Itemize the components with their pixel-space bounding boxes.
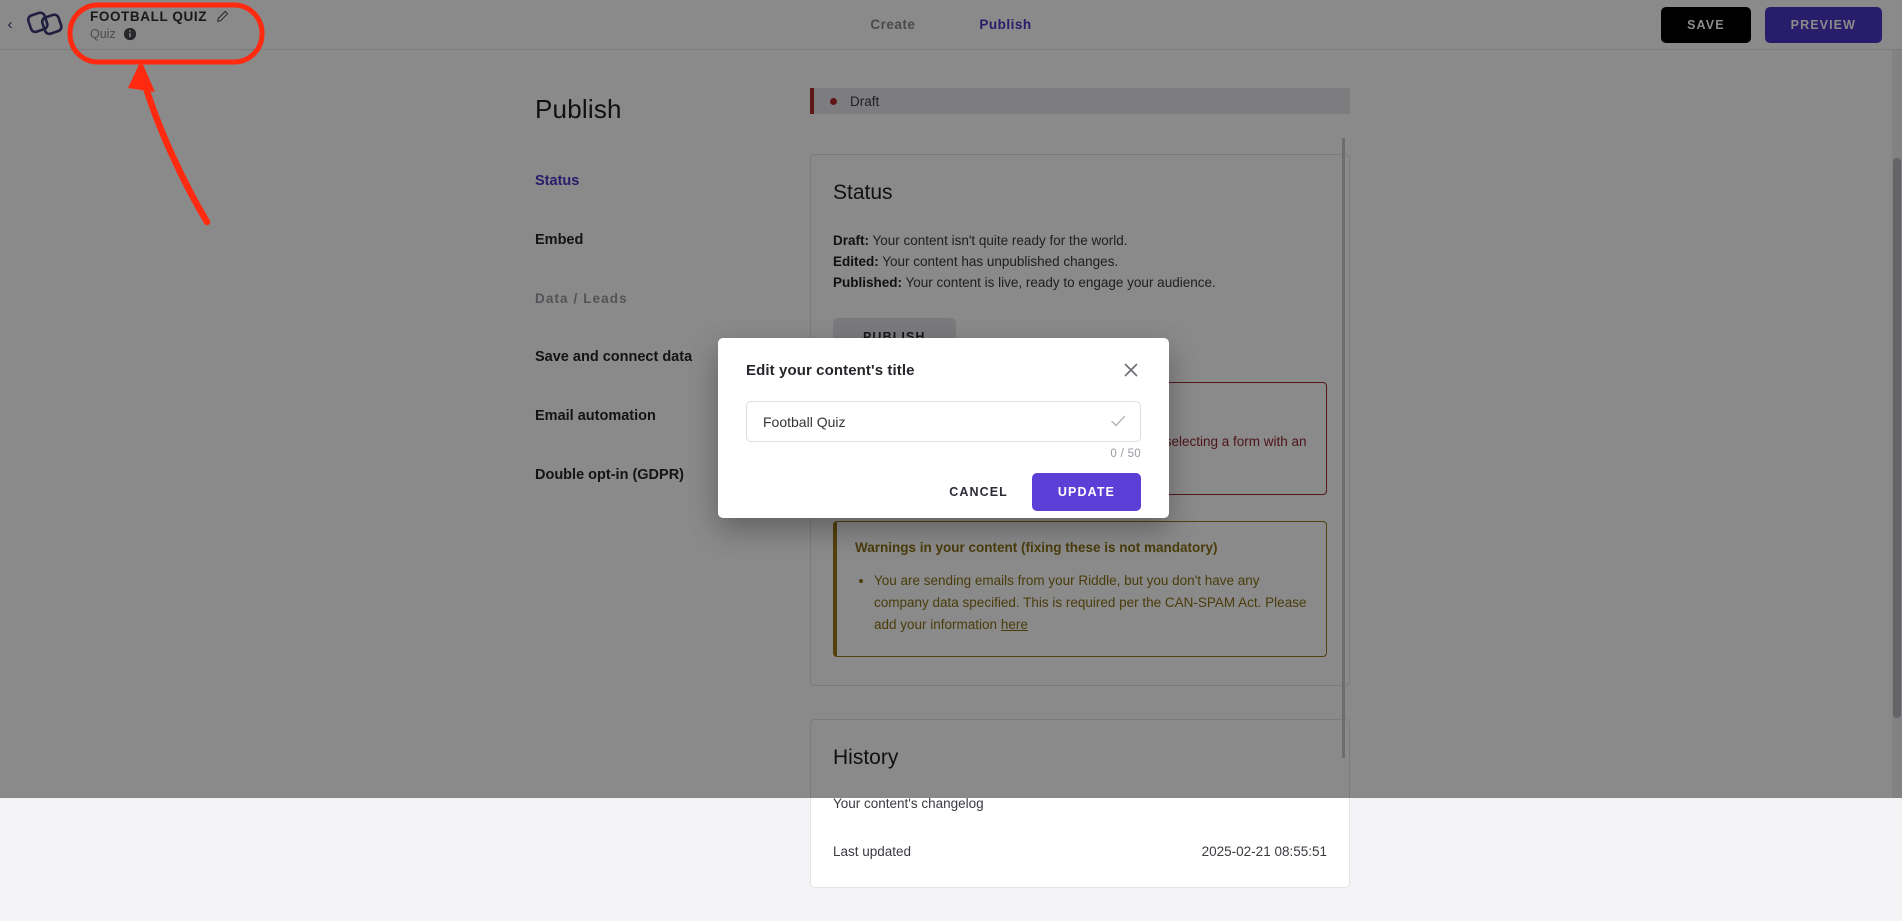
update-button[interactable]: UPDATE [1032, 473, 1141, 511]
close-icon[interactable] [1121, 360, 1141, 380]
modal-actions: CANCEL UPDATE [746, 473, 1141, 511]
char-counter: 0 / 50 [746, 448, 1141, 460]
modal-header: Edit your content's title [746, 362, 1141, 380]
history-row-label: Last updated [833, 844, 911, 859]
title-field-wrap [746, 401, 1141, 442]
history-row: Last updated 2025-02-21 08:55:51 [833, 844, 1327, 859]
cancel-button[interactable]: CANCEL [939, 474, 1018, 510]
history-row-value: 2025-02-21 08:55:51 [1202, 844, 1327, 859]
edit-title-modal: Edit your content's title 0 / 50 CANCEL … [718, 338, 1169, 518]
history-subtitle: Your content's changelog [833, 796, 1327, 811]
check-icon [1109, 412, 1127, 430]
title-input[interactable] [746, 401, 1141, 442]
modal-title: Edit your content's title [746, 362, 915, 379]
